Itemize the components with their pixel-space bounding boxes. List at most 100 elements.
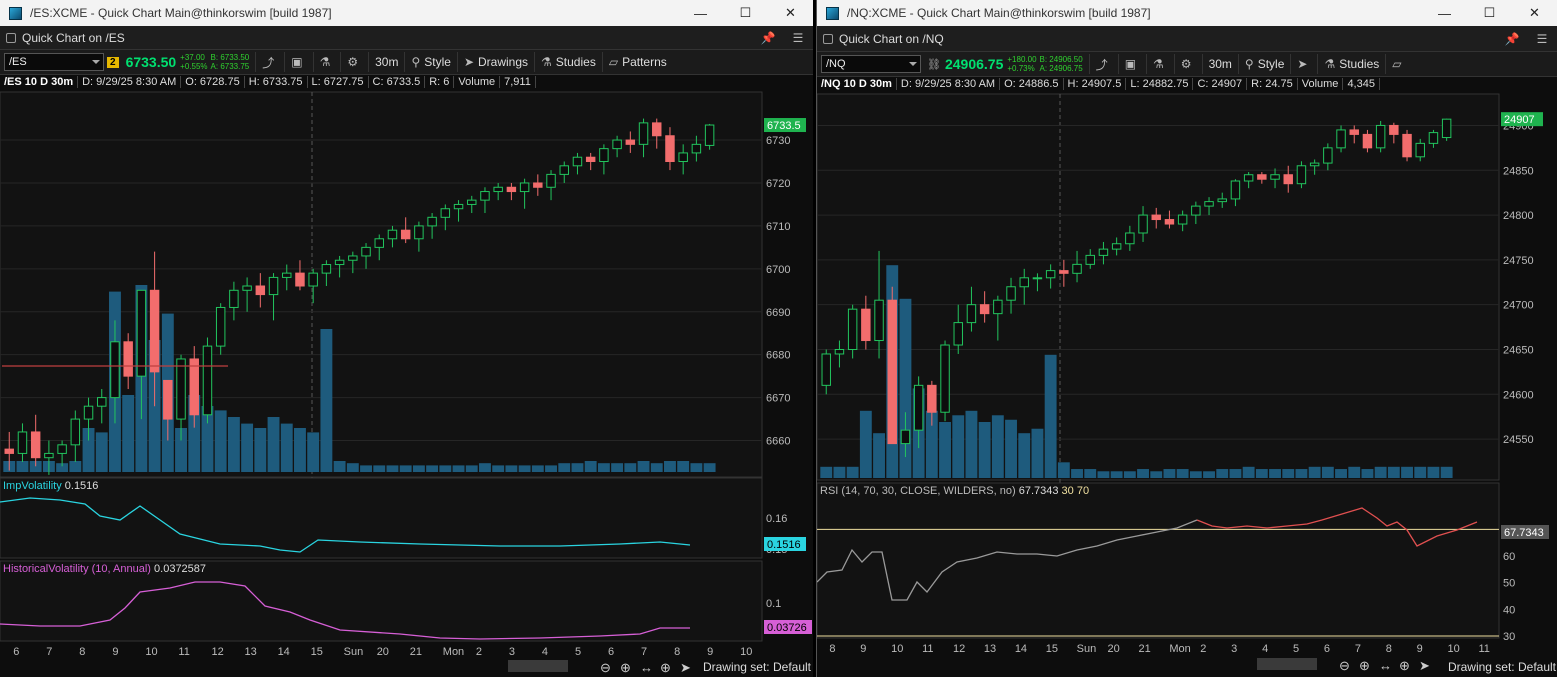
- bar-close: C: 24907: [1193, 78, 1248, 90]
- style-button[interactable]: ⚲ Style: [1237, 54, 1290, 74]
- camera-button[interactable]: ▣: [284, 52, 312, 72]
- settings-button[interactable]: ⚙: [340, 52, 368, 72]
- symbol-input[interactable]: /ES: [4, 53, 104, 71]
- candle-body: [295, 272, 305, 287]
- maximize-icon[interactable]: ☐: [1467, 5, 1512, 21]
- volume-bar: [597, 463, 610, 472]
- aggregation-button[interactable]: 30m: [368, 52, 404, 72]
- bar-range: R: 24.75: [1247, 78, 1298, 90]
- volume-bar: [873, 433, 885, 478]
- link-icon[interactable]: ⛓: [927, 58, 941, 71]
- x-tick-label: 6: [608, 646, 614, 658]
- volume-bar: [1110, 471, 1123, 478]
- maximize-icon[interactable]: ☐: [723, 5, 768, 21]
- es-chart-svg[interactable]: 673067206710670066906680667066606733.50.…: [0, 72, 813, 677]
- x-tick-label: 5: [1293, 643, 1299, 655]
- symbol-period: /NQ 10 D 30m: [817, 78, 897, 90]
- volume-bar: [584, 461, 597, 472]
- candle-body: [1045, 270, 1056, 279]
- share-button[interactable]: ⤴: [1088, 54, 1118, 74]
- x-tick-label: 11: [922, 643, 933, 655]
- candle-body: [374, 238, 384, 248]
- y-tick-label: 6670: [766, 393, 790, 405]
- bar-date: D: 9/29/25 8:30 AM: [78, 76, 182, 88]
- nq-chart-svg[interactable]: 2490024850248002475024700246502460024550…: [817, 74, 1557, 677]
- patterns-icon: ▱: [1392, 57, 1402, 71]
- volume-bar: [833, 466, 846, 478]
- volume-bar: [412, 465, 425, 472]
- es-chart-area[interactable]: /ES 10 D 30m D: 9/29/25 8:30 AM O: 6728.…: [0, 72, 813, 677]
- close-icon[interactable]: ✕: [1512, 5, 1557, 21]
- es-title-bar[interactable]: /ES:XCME - Quick Chart Main@thinkorswim …: [0, 0, 813, 26]
- es-chart-window[interactable]: /ES:XCME - Quick Chart Main@thinkorswim …: [0, 0, 813, 677]
- studies-button[interactable]: ⚗ Studies: [534, 52, 602, 72]
- candle-body: [572, 156, 583, 167]
- nq-title-bar[interactable]: /NQ:XCME - Quick Chart Main@thinkorswim …: [817, 0, 1557, 26]
- drawings-button[interactable]: ➤ Drawings: [456, 52, 534, 72]
- volume-bar: [1123, 471, 1136, 478]
- candle-body: [834, 348, 845, 355]
- header-label: Quick Chart on /NQ: [839, 31, 944, 46]
- patterns-button[interactable]: ▱ Patterns: [601, 52, 673, 72]
- iv-badge-text: 0.1516: [767, 539, 801, 551]
- y-tick-label: 24600: [1503, 389, 1534, 401]
- symbol-input[interactable]: /NQ: [821, 55, 921, 73]
- window-title: /ES:XCME - Quick Chart Main@thinkorswim …: [30, 6, 332, 20]
- candle-body: [1402, 133, 1412, 158]
- candle-body: [83, 405, 94, 420]
- drawings-button[interactable]: ➤: [1290, 54, 1317, 74]
- nq-chart-area[interactable]: /NQ 10 D 30m D: 9/29/25 8:30 AM O: 24886…: [817, 74, 1557, 677]
- symbol-period: /ES 10 D 30m: [0, 76, 79, 88]
- zoom-out-icon: ⊖: [600, 660, 611, 675]
- gear-icon: ⚙: [1180, 57, 1192, 71]
- link-group-badge[interactable]: 2: [107, 56, 119, 68]
- drawing-set-status[interactable]: Drawing set: Default: [1448, 660, 1556, 674]
- candle-body: [163, 379, 173, 420]
- header-label: Quick Chart on /ES: [22, 30, 125, 45]
- pin-icon[interactable]: 📌: [753, 31, 783, 45]
- nq-chart-window[interactable]: /NQ:XCME - Quick Chart Main@thinkorswim …: [816, 0, 1557, 677]
- volume-bar: [1176, 469, 1189, 478]
- beaker-button[interactable]: ⚗: [1146, 54, 1174, 74]
- style-button[interactable]: ⚲ Style: [404, 52, 456, 72]
- candle-body: [533, 182, 543, 188]
- volume-bar: [664, 461, 676, 472]
- candle-body: [940, 344, 950, 413]
- rsi-tick: 30: [1503, 631, 1515, 643]
- close-icon[interactable]: ✕: [768, 5, 813, 21]
- minimize-icon[interactable]: —: [678, 6, 723, 21]
- volume-bar: [227, 417, 240, 472]
- volume-bar: [637, 461, 650, 472]
- y-tick-label: 6700: [766, 264, 790, 276]
- minimize-icon[interactable]: —: [1422, 6, 1467, 21]
- candle-body: [913, 384, 924, 431]
- aggregation-button[interactable]: 30m: [1201, 54, 1238, 74]
- candle-body: [612, 139, 622, 150]
- studies-button[interactable]: ⚗ Studies: [1317, 54, 1385, 74]
- volume-bar: [280, 423, 293, 472]
- info-bar: /NQ 10 D 30m D: 9/29/25 8:30 AM O: 24886…: [817, 74, 1380, 94]
- net-change: +37.00 +0.55%: [180, 53, 208, 71]
- volume-bar: [703, 463, 716, 472]
- volume-bar: [965, 410, 978, 478]
- crosshair-icon: ⊕: [660, 660, 671, 675]
- volume-bar: [320, 329, 333, 472]
- candle-body: [229, 289, 239, 308]
- settings-button[interactable]: ⚙: [1173, 54, 1202, 74]
- x-tick-label: 14: [278, 646, 290, 658]
- volume-bar: [1440, 466, 1453, 478]
- share-button[interactable]: ⤴: [255, 52, 284, 72]
- cursor-icon: ➤: [463, 55, 475, 69]
- menu-icon[interactable]: ☰: [1527, 32, 1557, 46]
- candle-body: [149, 289, 160, 373]
- candle-body: [400, 229, 411, 240]
- beaker-button[interactable]: ⚗: [312, 52, 341, 72]
- drawing-set-status[interactable]: Drawing set: Default: [703, 660, 811, 674]
- x-tick-label: Sun: [1077, 643, 1097, 655]
- patterns-button[interactable]: ▱: [1385, 54, 1411, 74]
- pin-icon[interactable]: 📌: [1497, 32, 1527, 46]
- menu-icon[interactable]: ☰: [783, 31, 813, 45]
- y-tick-label: 6660: [766, 436, 790, 448]
- candle-body: [979, 304, 990, 315]
- camera-button[interactable]: ▣: [1117, 54, 1146, 74]
